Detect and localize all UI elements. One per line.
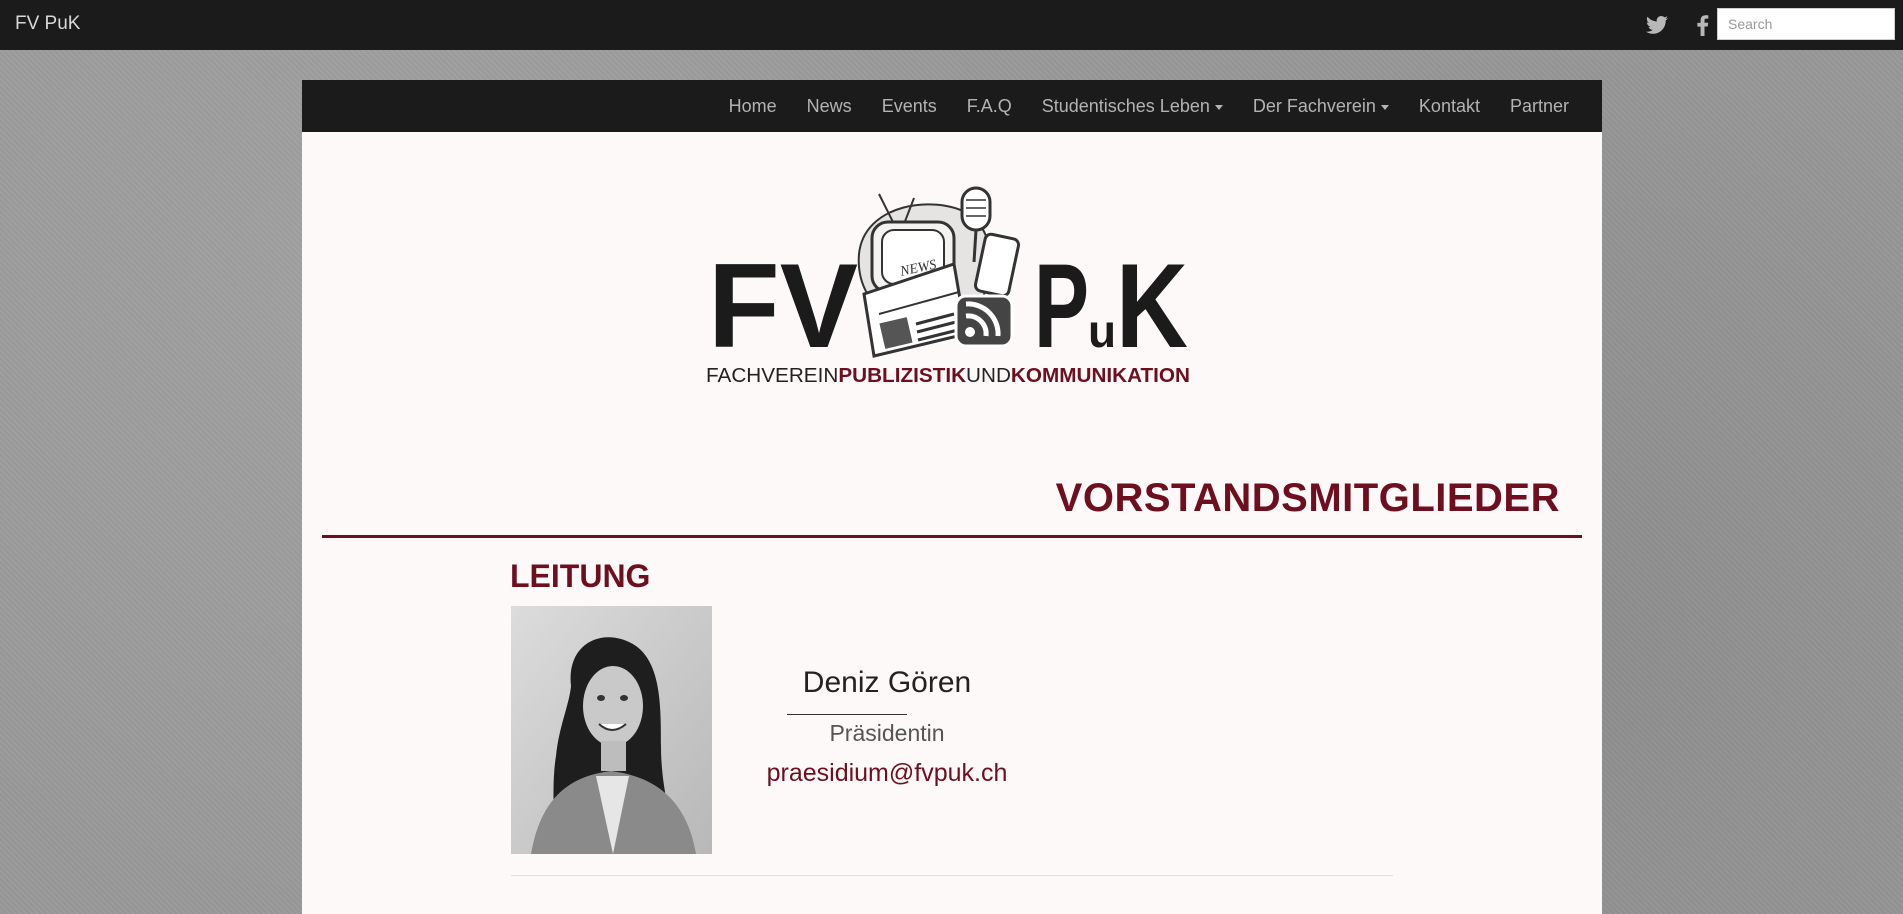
logo-letters-fv: FV bbox=[708, 239, 858, 373]
tagline-kommunikation: KOMMUNIKATION bbox=[1011, 365, 1190, 384]
nav-item-label: Partner bbox=[1509, 96, 1569, 116]
logo-letter-u: u bbox=[1088, 305, 1116, 357]
tagline-fachverein: FACHVEREIN bbox=[706, 365, 838, 384]
logo-letter-k: K bbox=[1116, 239, 1188, 373]
nav-item-kontakt[interactable]: Kontakt bbox=[1404, 80, 1495, 132]
nav-item-label: News bbox=[806, 96, 852, 116]
facebook-icon[interactable] bbox=[1691, 13, 1715, 37]
nav-item-label: Home bbox=[728, 96, 777, 116]
member-name: Deniz Gören bbox=[802, 666, 972, 699]
nav-item-label: F.A.Q bbox=[966, 96, 1012, 116]
top-bar: FV PuK bbox=[0, 0, 1903, 50]
section-heading: LEITUNG bbox=[510, 558, 651, 594]
nav-item-home[interactable]: Home bbox=[714, 80, 792, 132]
nav-list: Home News Events F.A.Q Studentisches Leb… bbox=[714, 80, 1584, 132]
nav-item-label: Kontakt bbox=[1418, 96, 1480, 116]
section-divider bbox=[511, 875, 1393, 876]
content-container: Home News Events F.A.Q Studentisches Leb… bbox=[302, 80, 1602, 914]
tagline-publizistik: PUBLIZISTIK bbox=[838, 365, 966, 384]
brand-link[interactable]: FV PuK bbox=[15, 13, 80, 35]
nav-item-label: Der Fachverein bbox=[1252, 96, 1376, 116]
main-navbar: Home News Events F.A.Q Studentisches Leb… bbox=[302, 80, 1602, 132]
member-photo bbox=[511, 606, 712, 854]
tagline-und: UND bbox=[966, 365, 1011, 384]
member-role: Präsidentin bbox=[829, 720, 945, 746]
logo-letter-p: P bbox=[1034, 239, 1089, 373]
nav-item-studentisches-leben[interactable]: Studentisches Leben bbox=[1027, 80, 1238, 132]
page-title: VORSTANDSMITGLIEDER bbox=[1055, 476, 1560, 520]
nav-item-news[interactable]: News bbox=[792, 80, 867, 132]
member-email-link[interactable]: praesidium@fvpuk.ch bbox=[687, 759, 1087, 788]
search-input[interactable] bbox=[1717, 8, 1895, 40]
nav-item-label: Studentisches Leben bbox=[1041, 96, 1210, 116]
nav-item-der-fachverein[interactable]: Der Fachverein bbox=[1238, 80, 1404, 132]
caret-down-icon bbox=[1214, 104, 1223, 110]
nav-item-faq[interactable]: F.A.Q bbox=[952, 80, 1027, 132]
nav-item-events[interactable]: Events bbox=[867, 80, 952, 132]
caret-down-icon bbox=[1380, 104, 1389, 110]
title-divider bbox=[322, 535, 1582, 538]
nav-item-label: Events bbox=[881, 96, 937, 116]
twitter-icon[interactable] bbox=[1645, 13, 1669, 37]
nav-item-partner[interactable]: Partner bbox=[1495, 80, 1584, 132]
fvpuk-logo: FV P u K NEWS FACHVEREIN PUBLIZISTIK UNDKO… bbox=[704, 184, 1192, 387]
logo-tagline: FACHVEREIN PUBLIZISTIK UNDKOMMUNIKATION bbox=[706, 365, 1190, 384]
name-divider bbox=[787, 714, 907, 715]
